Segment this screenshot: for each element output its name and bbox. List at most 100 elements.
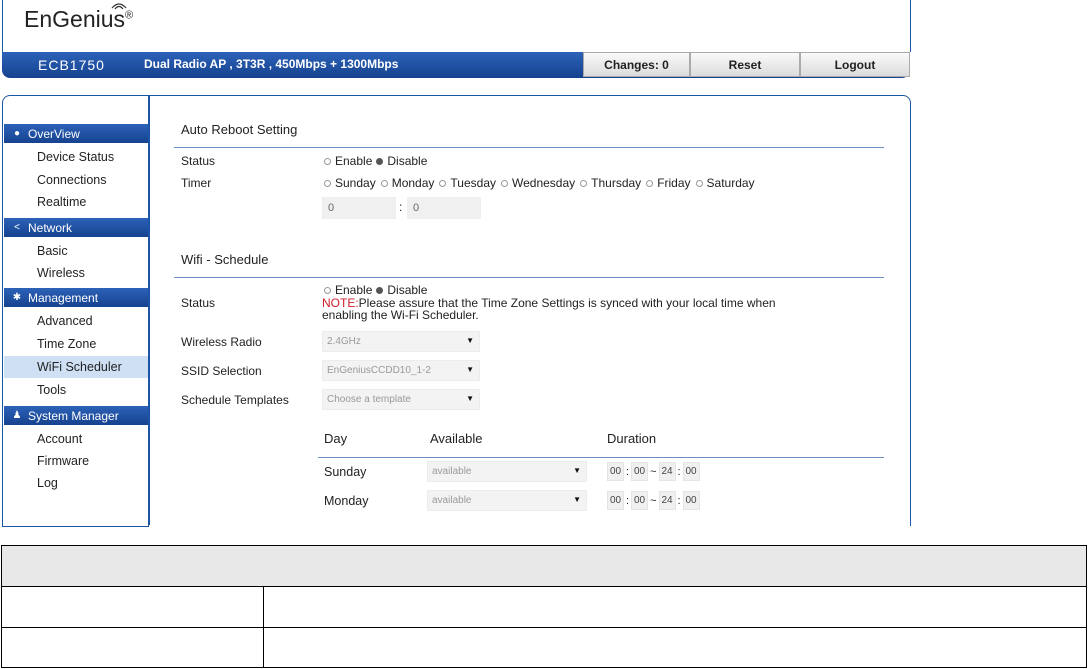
colon: : [677,494,681,507]
sidebar-item-log[interactable]: Log [4,472,148,494]
colon: : [626,465,630,478]
parameter-table [1,545,1087,668]
reboot-status-label: Status [181,154,216,168]
wireless-radio-select[interactable]: 2.4GHz ▼ [322,331,480,352]
col-header-available: Available [430,431,483,446]
sidebar-item-time-zone[interactable]: Time Zone [4,333,148,355]
day-checkbox[interactable] [580,179,588,187]
col-header-day: Day [324,431,348,446]
gear-icon: ✱ [12,292,22,303]
nav-section-system-manager[interactable]: ♟ System Manager [4,406,148,425]
schedule-enable-option[interactable]: Enable Disable [324,283,427,297]
logout-button[interactable]: Logout [800,52,910,77]
table-row [2,587,1086,627]
section-divider [174,147,884,148]
nav-section-label: Management [28,290,99,305]
model-description: Dual Radio AP , 3T3R , 450Mbps + 1300Mbp… [144,57,399,71]
day-checkbox[interactable] [695,179,703,187]
note-text: enabling the Wi-Fi Scheduler. [322,308,479,322]
day-label: Sunday [335,176,376,190]
sidebar-item-realtime[interactable]: Realtime [4,191,148,213]
table-header-divider [318,457,884,458]
availability-select-monday[interactable]: available ▼ [427,490,587,511]
colon: : [677,465,681,478]
day-checkbox[interactable] [501,179,508,187]
header-frame [2,0,911,52]
start-minute-input[interactable]: 00 [631,491,649,510]
reboot-minute-input[interactable]: 0 [407,197,481,219]
sidebar-item-advanced[interactable]: Advanced [4,310,148,332]
nav-section-overview[interactable]: ● OverView [4,124,148,143]
day-checkbox[interactable] [439,179,447,187]
sidebar-item-tools[interactable]: Tools [4,379,148,401]
start-hour-input[interactable]: 00 [607,462,624,481]
day-label: Friday [657,176,691,190]
table-header-row [2,546,1086,587]
select-value: available [432,495,472,506]
option-label: Disable [387,154,428,168]
reboot-hour-input[interactable]: 0 [322,197,396,219]
end-hour-input[interactable]: 24 [658,491,676,510]
reboot-enable-option[interactable]: Enable Disable [324,154,427,168]
schedule-status-label: Status [181,296,216,310]
day-label: Wednesday [512,176,576,190]
sidebar-item-device-status[interactable]: Device Status [4,146,148,168]
nav-section-network[interactable]: < Network [4,218,148,237]
schedule-templates-label: Schedule Templates [181,393,289,407]
ssid-select[interactable]: EnGeniusCCDD10_1-2 ▼ [322,360,480,381]
wifi-schedule-title: Wifi - Schedule [181,252,269,267]
schedule-disable-radio[interactable] [376,286,384,294]
timezone-note: NOTE:Please assure that the Time Zone Se… [322,297,882,321]
chevron-down-icon: ▼ [466,394,474,403]
schedule-enable-radio[interactable] [324,286,331,294]
col-header-duration: Duration [607,431,657,446]
info-icon: ● [13,128,21,139]
start-hour-input[interactable]: 00 [607,491,624,510]
day-checkbox[interactable] [324,179,331,187]
logo-mark: ® [125,9,134,22]
tilde: ~ [650,465,657,478]
table-column-divider [263,587,264,668]
sidebar-item-wireless[interactable]: Wireless [4,262,148,284]
share-icon: < [14,222,20,233]
end-minute-input[interactable]: 00 [682,491,700,510]
start-minute-input[interactable]: 00 [631,462,649,481]
app-window: EnGenius® ECB1750 Dual Radio AP , 3T3R ,… [0,0,912,527]
availability-select-sunday[interactable]: available ▼ [427,461,587,482]
day-label: Tuesday [450,176,496,190]
day-cell-monday: Monday [324,494,369,508]
engenius-logo: EnGenius® [24,3,134,33]
nav-section-management[interactable]: ✱ Management [4,288,148,307]
reset-button[interactable]: Reset [690,52,800,77]
reboot-disable-radio[interactable] [376,157,384,165]
schedule-template-select[interactable]: Choose a template ▼ [322,389,480,410]
tilde: ~ [650,494,657,507]
nav-section-label: OverView [28,126,80,141]
user-icon: ♟ [12,410,22,421]
auto-reboot-title: Auto Reboot Setting [181,122,298,137]
reboot-day-checkboxes: Sunday Monday Tuesday Wednesday Thursday… [324,176,755,190]
sidebar-item-wifi-scheduler[interactable]: WiFi Scheduler [4,356,148,378]
reboot-enable-radio[interactable] [324,157,331,165]
day-checkbox[interactable] [380,179,388,187]
end-minute-input[interactable]: 00 [682,462,700,481]
duration-monday: 00: 00 ~ 24: 00 [607,490,700,511]
sidebar-item-firmware[interactable]: Firmware [4,450,148,472]
chevron-down-icon: ▼ [573,495,581,504]
select-value: 2.4GHz [327,336,361,347]
section-divider [174,277,884,278]
option-label: Enable [335,283,373,297]
option-label: Enable [335,154,373,168]
sidebar-item-basic[interactable]: Basic [4,240,148,262]
ssid-selection-label: SSID Selection [181,364,262,378]
day-cell-sunday: Sunday [324,465,367,479]
wifi-icon [111,3,127,10]
time-separator: : [399,200,403,214]
day-label: Thursday [591,176,642,190]
end-hour-input[interactable]: 24 [658,462,676,481]
day-checkbox[interactable] [646,179,654,187]
sidebar-item-account[interactable]: Account [4,428,148,450]
sidebar-item-connections[interactable]: Connections [4,169,148,191]
select-value: available [432,466,472,477]
changes-button[interactable]: Changes: 0 [583,52,690,77]
